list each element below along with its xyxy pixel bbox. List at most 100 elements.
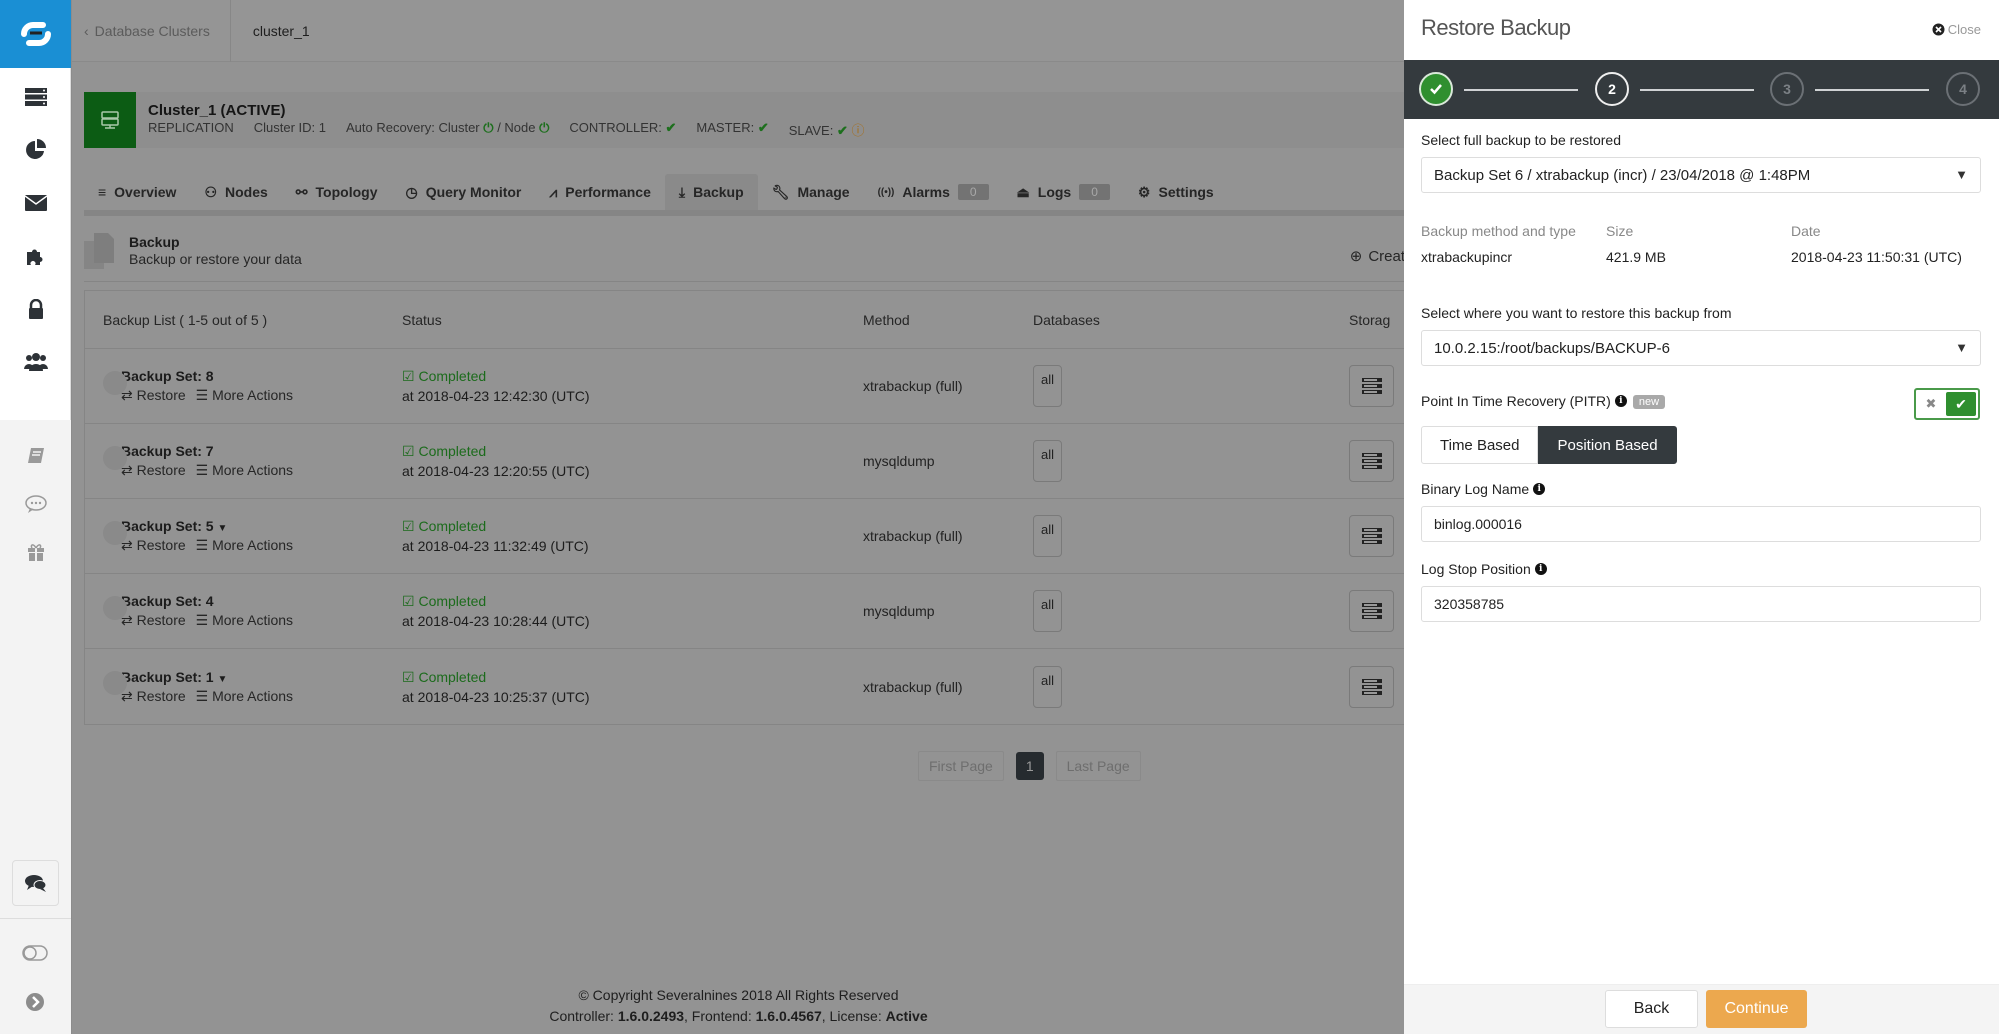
size-value: 421.9 MB — [1606, 249, 1666, 265]
last-page-button[interactable]: Last Page — [1055, 751, 1141, 781]
sidebar-item-feedback[interactable] — [0, 480, 71, 528]
info-icon[interactable]: i — [1533, 483, 1546, 495]
back-to-clusters-link[interactable]: ‹ Database Clusters — [72, 0, 231, 62]
severalnines-logo-icon — [20, 22, 51, 46]
query-monitor-icon: ◷ — [405, 183, 418, 200]
info-icon[interactable]: i — [1614, 395, 1627, 407]
time-based-option[interactable]: Time Based — [1421, 426, 1539, 464]
dropdown-arrow-icon: ▼ — [1955, 340, 1968, 355]
sidebar-lower-section — [0, 420, 71, 1034]
continue-button[interactable]: Continue — [1706, 990, 1807, 1028]
backup-set-name[interactable]: Backup Set: 4 — [121, 593, 402, 609]
more-actions-link[interactable]: ☰ More Actions — [196, 612, 293, 629]
tab-logs[interactable]: ⏏ Logs 0 — [1003, 174, 1124, 210]
current-page[interactable]: 1 — [1015, 752, 1044, 780]
header-databases: Databases — [1033, 311, 1100, 328]
section-title: Backup — [129, 234, 180, 250]
sidebar-item-mail[interactable] — [0, 176, 71, 229]
storage-button[interactable] — [1349, 440, 1394, 482]
check-icon — [1430, 84, 1442, 95]
step-2-current[interactable]: 2 — [1595, 72, 1629, 106]
databases-pill[interactable]: all — [1033, 440, 1062, 482]
storage-button[interactable] — [1349, 590, 1394, 632]
tab-alarms[interactable]: ((•)) Alarms 0 — [864, 174, 1003, 210]
binlog-name-input[interactable] — [1421, 506, 1981, 542]
tab-backup[interactable]: ⤓ Backup — [664, 174, 758, 210]
panel-footer: Back Continue — [1404, 984, 1999, 1034]
log-stop-position-input[interactable] — [1421, 586, 1981, 622]
cluster-recovery-power-icon[interactable]: ⏻ — [483, 120, 493, 135]
restore-from-select[interactable]: 10.0.2.15:/root/backups/BACKUP-6 ▼ — [1421, 330, 1981, 366]
more-actions-link[interactable]: ☰ More Actions — [196, 537, 293, 554]
cluster-status-badge — [84, 92, 136, 148]
backup-set-name[interactable]: Backup Set: 8 — [121, 368, 402, 384]
check-square-icon: ☑ — [402, 368, 415, 384]
check-square-icon: ☑ — [402, 443, 415, 459]
databases-pill[interactable]: all — [1033, 365, 1062, 407]
tab-overview[interactable]: ≡ Overview — [84, 174, 190, 210]
tab-query-monitor[interactable]: ◷ Query Monitor — [391, 174, 535, 210]
list-icon: ≡ — [98, 184, 107, 200]
node-recovery-power-icon[interactable]: ⏻ — [539, 120, 549, 135]
storage-button[interactable] — [1349, 515, 1394, 557]
storage-servers-icon — [1361, 528, 1382, 544]
tab-performance[interactable]: ⩘ Performance — [535, 174, 665, 210]
restore-link[interactable]: ⇄ Restore — [121, 688, 186, 705]
sidebar-item-ops-reports[interactable] — [0, 123, 71, 176]
tab-manage[interactable]: 🔧︎ Manage — [758, 174, 864, 210]
tab-topology[interactable]: ⚯ Topology — [282, 174, 392, 210]
expand-sidebar-button[interactable] — [25, 992, 45, 1015]
storage-servers-icon — [1361, 678, 1382, 695]
lock-icon — [103, 446, 127, 470]
new-badge: new — [1632, 395, 1666, 409]
more-actions-link[interactable]: ☰ More Actions — [196, 688, 293, 705]
restore-link[interactable]: ⇄ Restore — [121, 462, 186, 479]
caret-down-icon[interactable]: ▼ — [217, 674, 227, 685]
sidebar-item-users[interactable] — [0, 335, 71, 388]
storage-button[interactable] — [1349, 665, 1394, 708]
wrench-icon: 🔧︎ — [771, 183, 790, 200]
pitr-mode-selector: Time Based Position Based — [1421, 426, 1677, 464]
backup-set-name[interactable]: Backup Set: 7 — [121, 443, 402, 459]
main-content: ‹ Database Clusters cluster_1 Cluster_1 … — [72, 0, 1405, 1034]
backup-set-name[interactable]: Backup Set: 1 ▼ — [121, 669, 402, 685]
back-button[interactable]: Back — [1605, 990, 1698, 1028]
restore-link[interactable]: ⇄ Restore — [121, 537, 186, 554]
close-button[interactable]: Close — [1932, 22, 1981, 37]
sidebar-item-security[interactable] — [0, 282, 71, 335]
position-based-option[interactable]: Position Based — [1538, 426, 1677, 464]
sidebar-item-clusters[interactable] — [0, 70, 71, 123]
database-clusters-icon — [24, 87, 47, 106]
step-1-done[interactable] — [1419, 72, 1453, 106]
app-logo[interactable] — [0, 0, 71, 68]
pie-chart-icon — [25, 138, 46, 159]
first-page-button[interactable]: First Page — [918, 751, 1004, 781]
restore-link[interactable]: ⇄ Restore — [121, 612, 186, 629]
info-icon[interactable]: i — [1534, 563, 1547, 575]
storage-button[interactable] — [1349, 365, 1394, 407]
tab-settings[interactable]: ⚙ Settings — [1124, 174, 1228, 210]
more-actions-link[interactable]: ☰ More Actions — [196, 462, 293, 479]
restore-link[interactable]: ⇄ Restore — [121, 387, 186, 404]
sidebar-item-integrations[interactable] — [0, 229, 71, 282]
step-connector — [1815, 89, 1929, 91]
sidebar-item-whats-new[interactable] — [0, 528, 71, 576]
tab-nodes[interactable]: ⚇ Nodes — [190, 174, 281, 210]
chat-button[interactable] — [12, 860, 59, 906]
pitr-toggle[interactable]: ✖ ✔ — [1914, 388, 1980, 420]
sidebar-item-documentation[interactable] — [0, 432, 71, 480]
caret-down-icon[interactable]: ▼ — [217, 523, 227, 534]
more-actions-link[interactable]: ☰ More Actions — [196, 387, 293, 404]
backup-section-header: Backup Backup or restore your data ⊕ Crea… — [84, 230, 1405, 282]
warning-icon[interactable]: ⓘ — [851, 123, 864, 138]
databases-pill[interactable]: all — [1033, 515, 1062, 557]
restore-from-label: Select where you want to restore this ba… — [1421, 305, 1732, 321]
pagination: First Page 1 Last Page — [918, 751, 1141, 781]
check-square-icon: ☑ — [402, 593, 415, 609]
theme-toggle[interactable] — [22, 945, 48, 964]
databases-pill[interactable]: all — [1033, 665, 1062, 708]
backup-set-name[interactable]: Backup Set: 5 ▼ — [121, 518, 402, 534]
databases-pill[interactable]: all — [1033, 590, 1062, 632]
backup-select[interactable]: Backup Set 6 / xtrabackup (incr) / 23/04… — [1421, 157, 1981, 193]
create-backup-button[interactable]: ⊕ Creat — [1350, 247, 1405, 266]
